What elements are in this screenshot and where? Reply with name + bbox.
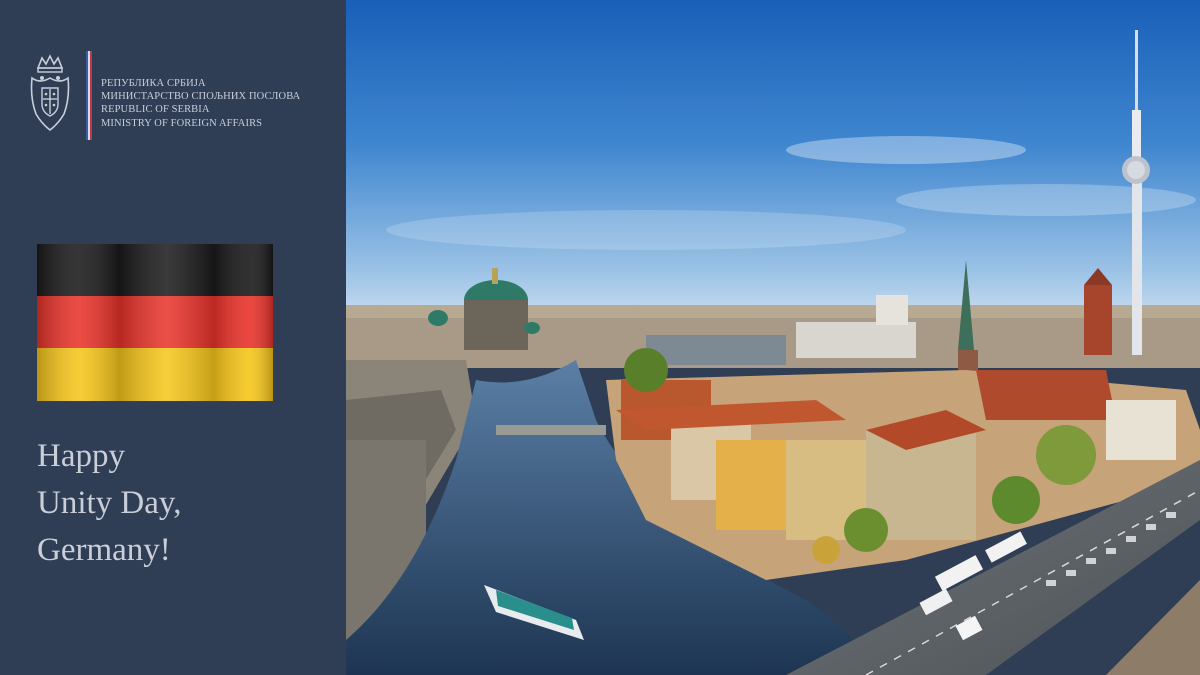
tricolor-divider xyxy=(86,51,92,140)
greeting-line-2: Unity Day, xyxy=(37,485,182,521)
serbian-coat-of-arms-icon xyxy=(30,54,70,132)
ministry-line-sr-ministry: МИНИСТАРСТВО СПОЉНИХ ПОСЛОВА xyxy=(101,91,301,103)
greeting-message: Happy Unity Day, Germany! xyxy=(37,433,182,574)
ministry-line-en-ministry: MINISTRY OF FOREIGN AFFAIRS xyxy=(101,117,263,129)
left-panel: РЕПУБЛИКА СРБИЈА МИНИСТАРСТВО СПОЉНИХ ПО… xyxy=(0,0,346,675)
greeting-line-1: Happy xyxy=(37,438,125,474)
germany-flag-icon xyxy=(37,244,273,401)
ministry-line-sr-country: РЕПУБЛИКА СРБИЈА xyxy=(101,78,206,89)
greeting-line-3: Germany! xyxy=(37,532,171,568)
ministry-line-en-country: REPUBLIC OF SERBIA xyxy=(101,104,210,116)
berlin-cityscape-photo xyxy=(346,0,1200,675)
ministry-title: РЕПУБЛИКА СРБИЈА МИНИСТАРСТВО СПОЉНИХ ПО… xyxy=(101,77,300,130)
